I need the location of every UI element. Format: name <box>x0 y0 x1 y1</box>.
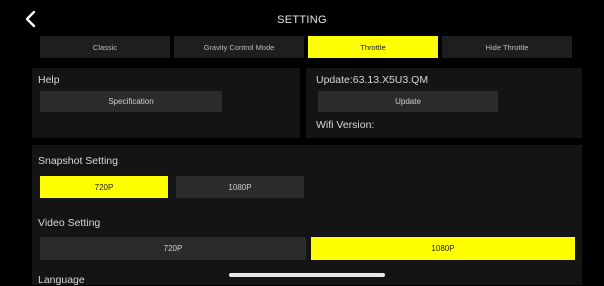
update-panel: Update:63.13.X5U3.QM Update Wifi Version… <box>306 68 582 138</box>
page-title: SETTING <box>277 14 327 26</box>
control-mode-tabs: Classic Gravity Control Mode Throttle Hi… <box>40 36 572 58</box>
video-1080p-button[interactable]: 1080P <box>311 237 575 260</box>
snapshot-1080p-button[interactable]: 1080P <box>176 176 304 198</box>
update-version-text: Update:63.13.X5U3.QM <box>316 74 429 86</box>
video-720p-button[interactable]: 720P <box>40 237 306 260</box>
language-title: Language <box>38 274 85 286</box>
video-setting-title: Video Setting <box>38 217 101 229</box>
update-button[interactable]: Update <box>318 91 498 112</box>
tab-gravity-control-mode[interactable]: Gravity Control Mode <box>174 36 304 58</box>
snapshot-setting-title: Snapshot Setting <box>38 155 118 167</box>
tab-throttle[interactable]: Throttle <box>308 36 438 58</box>
media-settings-panel: Snapshot Setting 720P 1080P Video Settin… <box>32 145 582 286</box>
snapshot-720p-button[interactable]: 720P <box>40 176 168 198</box>
specification-button[interactable]: Specification <box>40 91 222 112</box>
tab-hide-throttle[interactable]: Hide Throttle <box>442 36 572 58</box>
help-title: Help <box>38 74 60 86</box>
wifi-version-label: Wifi Version: <box>316 119 375 131</box>
help-panel: Help Specification <box>32 68 300 138</box>
home-indicator[interactable] <box>229 273 385 277</box>
tab-classic[interactable]: Classic <box>40 36 170 58</box>
